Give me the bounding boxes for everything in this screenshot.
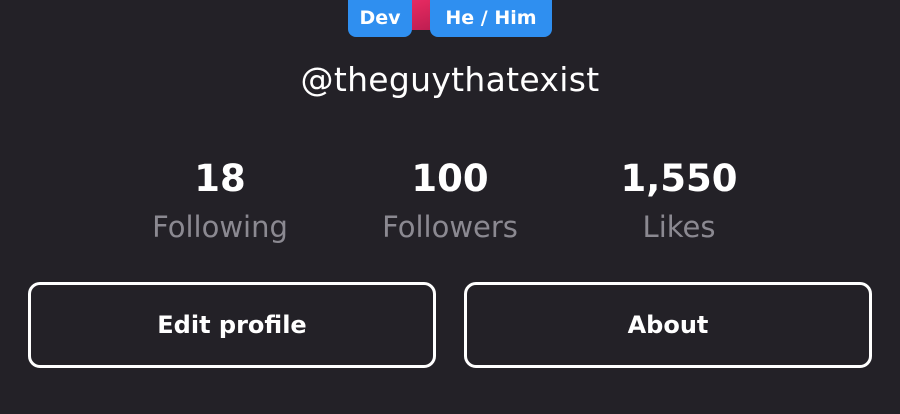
- likes-label: Likes: [642, 210, 716, 244]
- following-label: Following: [152, 210, 288, 244]
- about-button[interactable]: About: [464, 282, 872, 368]
- stat-followers[interactable]: 100 Followers: [340, 155, 560, 245]
- username: @theguythatexist: [300, 60, 600, 99]
- likes-count: 1,550: [620, 157, 738, 200]
- stat-likes: 1,550 Likes: [569, 155, 789, 245]
- pronoun-badge: He / Him: [430, 0, 552, 37]
- edit-profile-button[interactable]: Edit profile: [28, 282, 436, 368]
- role-badge: Dev: [348, 0, 412, 37]
- following-count: 18: [194, 157, 246, 200]
- followers-count: 100: [411, 157, 489, 200]
- followers-label: Followers: [382, 210, 518, 244]
- profile-page: Dev He / Him @theguythatexist 18 Followi…: [0, 0, 900, 414]
- stat-following[interactable]: 18 Following: [110, 155, 330, 245]
